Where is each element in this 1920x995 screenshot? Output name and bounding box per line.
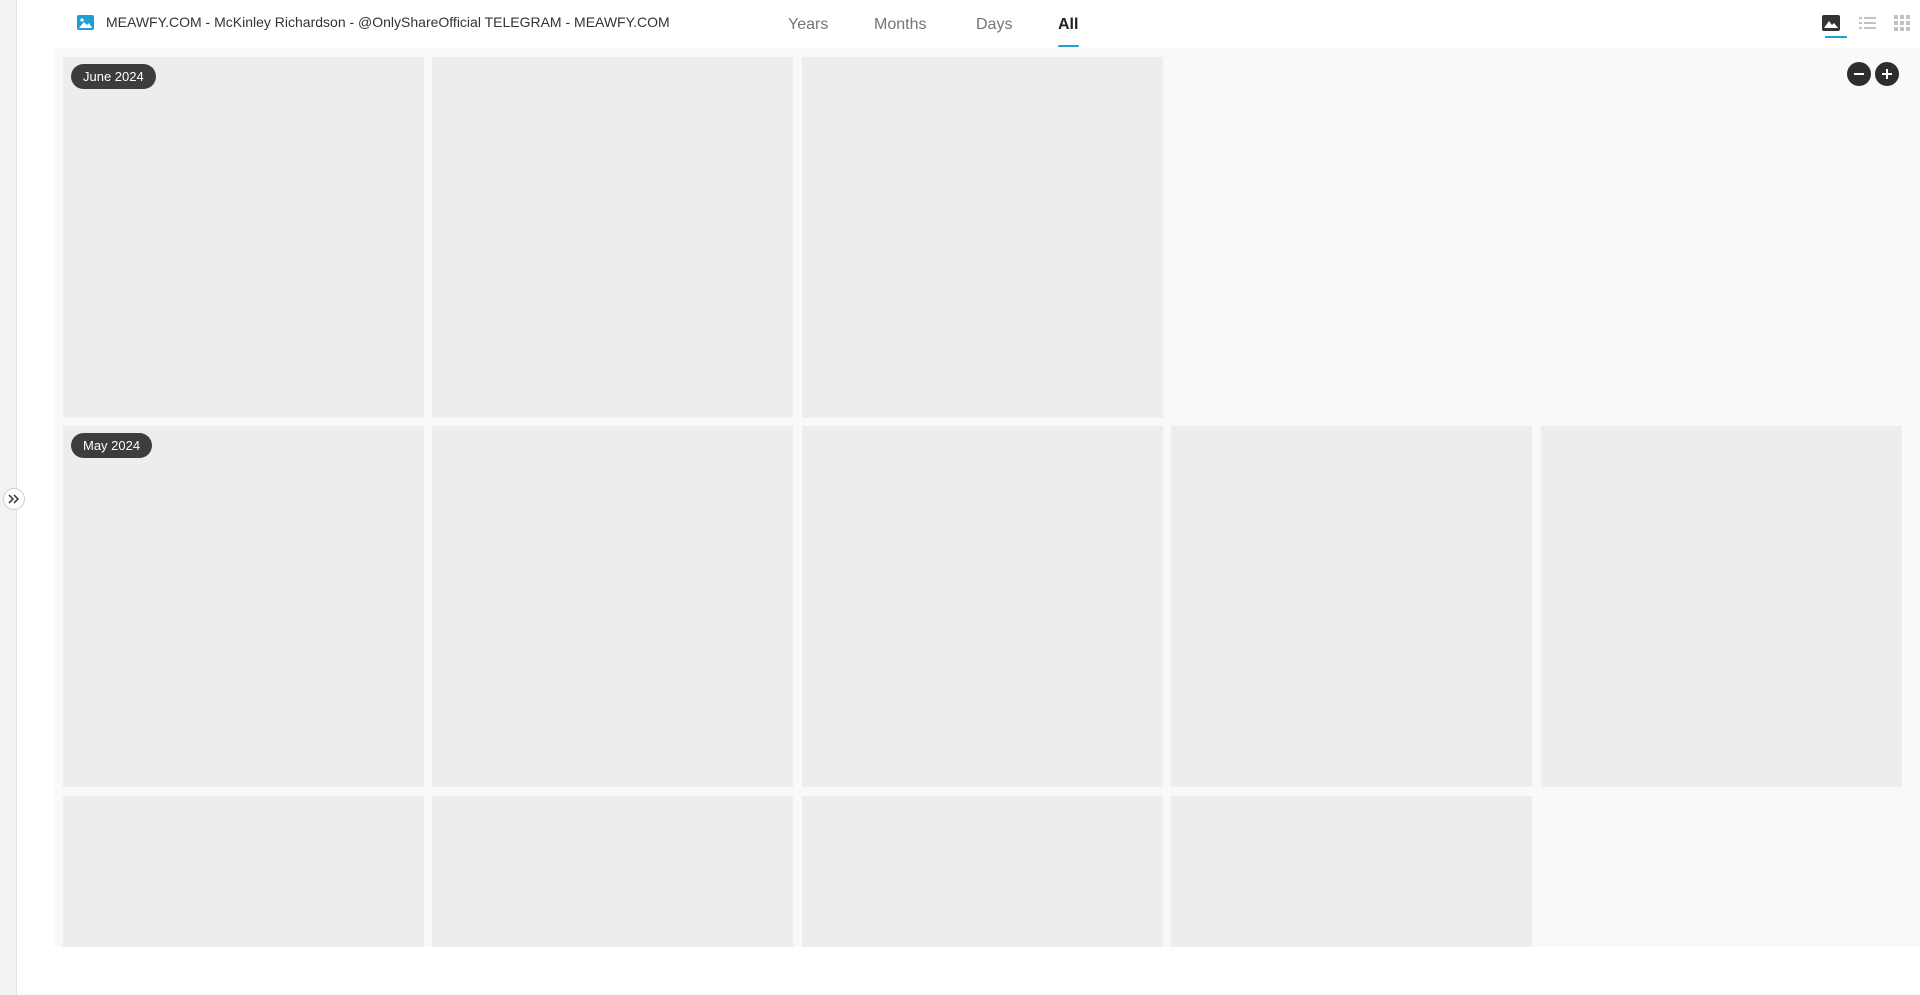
photo-timeline: June 2024 May 2024 — [54, 48, 1920, 947]
photo-tile[interactable] — [63, 57, 424, 418]
zoom-in-button[interactable] — [1875, 62, 1899, 86]
photo-tile[interactable] — [432, 57, 793, 418]
grid-view-icon — [1894, 15, 1910, 31]
list-view-button[interactable] — [1857, 13, 1877, 33]
photo-view-icon — [1822, 15, 1840, 31]
section-date-badge: May 2024 — [71, 433, 153, 458]
zoom-out-button[interactable] — [1847, 62, 1871, 86]
grid-view-button[interactable] — [1892, 13, 1912, 33]
tab-months[interactable]: Months — [874, 16, 926, 34]
image-icon — [77, 15, 94, 30]
active-tab-indicator — [1058, 45, 1079, 47]
photo-tile[interactable] — [432, 426, 793, 787]
active-view-indicator — [1825, 36, 1847, 38]
minus-icon — [1854, 73, 1864, 75]
photo-tile[interactable] — [63, 426, 424, 787]
photo-tile[interactable] — [802, 426, 1163, 787]
plus-icon — [1882, 69, 1892, 79]
tab-all[interactable]: All — [1058, 16, 1078, 34]
photo-tile[interactable] — [802, 796, 1163, 947]
photo-tile[interactable] — [432, 796, 793, 947]
expand-sidebar-button[interactable] — [3, 488, 25, 510]
tab-days[interactable]: Days — [976, 16, 1012, 34]
tab-years[interactable]: Years — [788, 16, 828, 34]
list-view-icon — [1858, 17, 1876, 29]
photo-tile[interactable] — [63, 796, 424, 947]
album-title: MEAWFY.COM - McKinley Richardson - @Only… — [106, 14, 670, 30]
photo-view-button[interactable] — [1821, 13, 1841, 33]
double-chevron-right-icon — [8, 494, 20, 504]
section-date-badge: June 2024 — [71, 64, 156, 89]
photo-tile[interactable] — [1171, 426, 1532, 787]
photo-tile[interactable] — [802, 57, 1163, 418]
photo-tile[interactable] — [1171, 796, 1532, 947]
photo-tile[interactable] — [1541, 426, 1902, 787]
top-bar: MEAWFY.COM - McKinley Richardson - @Only… — [17, 0, 1920, 50]
